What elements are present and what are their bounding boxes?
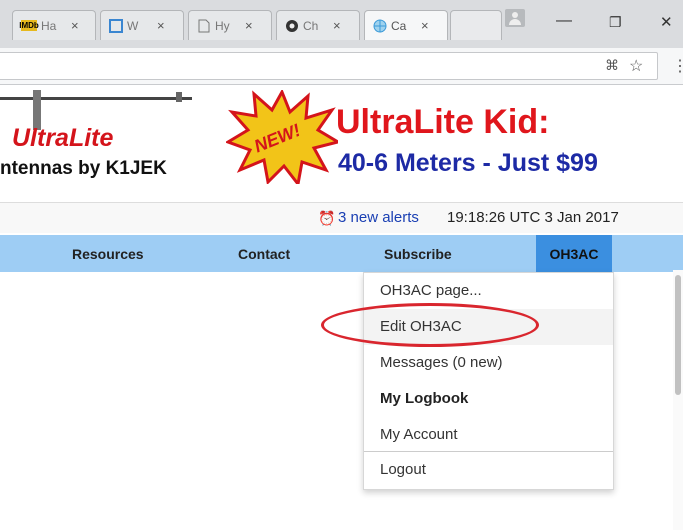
nav-subscribe[interactable]: Subscribe (384, 246, 452, 262)
browser-tab-chrome[interactable]: Ch × (276, 10, 360, 40)
browser-tab-strip: IMDb Ha × W × Hy × Ch × Ca × — ❐ ✕ (0, 0, 683, 48)
new-starburst-icon: NEW! (226, 90, 338, 184)
translate-icon[interactable]: ⌘ (605, 57, 619, 74)
chrome-menu-icon[interactable]: ⋮ (672, 56, 683, 76)
browser-tab-page[interactable]: Hy × (188, 10, 272, 40)
brand-logo-text[interactable]: UltraLite (12, 124, 113, 153)
browser-tab-active[interactable]: Ca × (364, 10, 448, 40)
new-tab-button[interactable] (450, 10, 502, 40)
globe-favicon-icon (373, 19, 387, 33)
tab-close-icon[interactable]: × (421, 18, 429, 33)
profile-icon[interactable] (505, 9, 525, 27)
tab-close-icon[interactable]: × (71, 18, 79, 33)
menu-item-messages[interactable]: Messages (0 new) (364, 345, 613, 381)
address-bar[interactable]: ⌘ ☆ (0, 52, 658, 80)
promo-subline[interactable]: 40-6 Meters - Just $99 (338, 149, 598, 178)
menu-item-logout[interactable]: Logout (364, 452, 613, 488)
toolbar: ⌘ ☆ ⋮ (0, 48, 683, 85)
restore-icon[interactable]: ❐ (609, 14, 622, 31)
brand-tagline: ntennas by K1JEK (0, 158, 167, 179)
nav-user-menu[interactable]: OH3AC (536, 235, 612, 272)
page-favicon-icon (197, 19, 211, 33)
annotation-ellipse (321, 303, 539, 347)
close-window-icon[interactable]: ✕ (660, 13, 673, 31)
tab-title: Ch (303, 18, 319, 33)
imdb-favicon-icon: IMDb (19, 20, 39, 31)
menu-item-logbook[interactable]: My Logbook (364, 381, 613, 417)
tab-title: Hy (215, 18, 230, 33)
wordpress-favicon-icon (109, 18, 123, 33)
main-nav: Resources Contact Subscribe OH3AC (0, 235, 683, 272)
browser-tab-wordpress[interactable]: W × (100, 10, 184, 40)
tab-close-icon[interactable]: × (157, 18, 165, 33)
tab-title: Ca (391, 18, 407, 33)
antenna-logo-element (176, 92, 182, 102)
tab-title: Ha (41, 18, 57, 33)
alerts-link[interactable]: 3 new alerts (338, 209, 419, 226)
tab-close-icon[interactable]: × (245, 18, 253, 33)
scrollbar-thumb[interactable] (675, 275, 681, 395)
bookmark-star-icon[interactable]: ☆ (629, 56, 643, 76)
tab-title: W (127, 18, 139, 33)
menu-item-account[interactable]: My Account (364, 417, 613, 453)
minimize-icon[interactable]: — (556, 12, 572, 30)
alarm-clock-icon: ⏰ (318, 210, 336, 226)
promo-headline[interactable]: UltraLite Kid: (336, 103, 549, 142)
tab-close-icon[interactable]: × (333, 18, 341, 33)
nav-resources[interactable]: Resources (72, 246, 144, 262)
browser-tab-imdb[interactable]: IMDb Ha × (12, 10, 96, 40)
alerts-bar: ⏰ 3 new alerts 19:18:26 UTC 3 Jan 2017 (0, 202, 683, 233)
nav-contact[interactable]: Contact (238, 246, 290, 262)
clock-timestamp: 19:18:26 UTC 3 Jan 2017 (447, 209, 619, 226)
chrome-favicon-icon (285, 19, 299, 33)
antenna-logo-boom (0, 97, 192, 100)
